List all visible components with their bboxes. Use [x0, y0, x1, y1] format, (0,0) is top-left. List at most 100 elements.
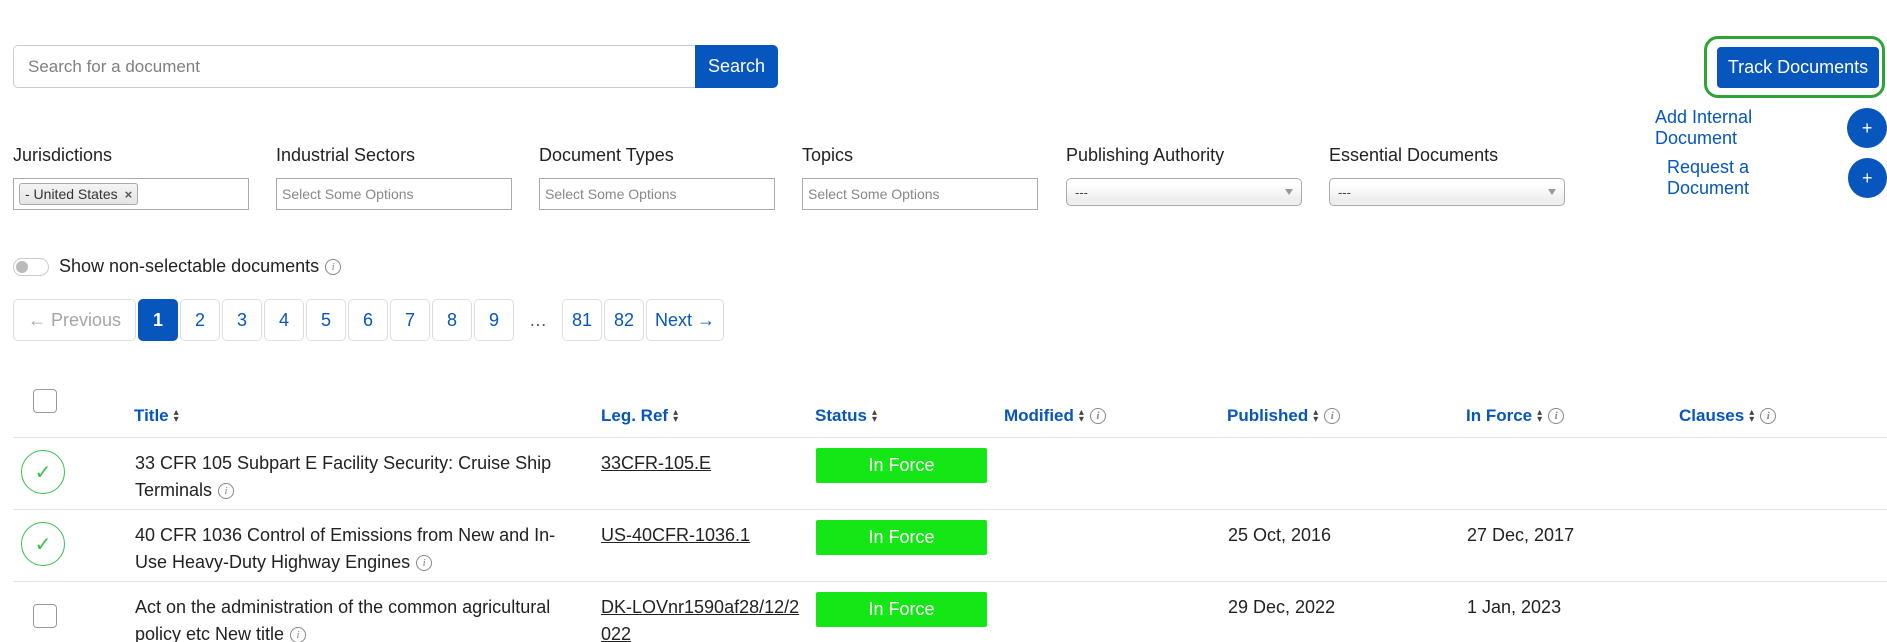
request-document-label[interactable]: Request a Document: [1667, 157, 1834, 199]
document-title-text[interactable]: 33 CFR 105 Subpart E Facility Security: …: [135, 453, 551, 500]
header-label[interactable]: Clauses: [1679, 406, 1744, 426]
non-selectable-toggle[interactable]: [13, 257, 49, 276]
select-value: ---: [1075, 184, 1088, 200]
column-header-clauses[interactable]: Clauses ▴ ▾ i: [1679, 406, 1777, 426]
multiselect-placeholder: Select Some Options: [808, 186, 940, 202]
add-internal-document-label[interactable]: Add Internal Document: [1655, 107, 1838, 149]
selected-chip: - United States ×: [19, 183, 139, 205]
header-label[interactable]: Leg. Ref: [601, 406, 668, 426]
next-page-button[interactable]: Next →: [646, 299, 725, 341]
publishing-authority-select[interactable]: ---: [1066, 178, 1302, 206]
column-header-title[interactable]: Title ▴ ▾: [134, 406, 179, 426]
toggle-label: Show non-selectable documents: [59, 256, 320, 276]
select-value: ---: [1338, 184, 1351, 200]
page-button[interactable]: 9: [474, 299, 515, 341]
select-all-checkbox[interactable]: [33, 389, 57, 413]
chevron-down-icon: [1548, 189, 1556, 195]
pagination: ← Previous 1 2 3 4 5 6 7 8 9 … 81 82 Nex…: [13, 299, 726, 341]
sectors-multiselect[interactable]: Select Some Options: [276, 178, 512, 210]
header-label[interactable]: In Force: [1466, 406, 1532, 426]
filter-label: Document Types: [539, 145, 674, 165]
column-header-published[interactable]: Published ▴ ▾ i: [1227, 406, 1341, 426]
filter-document-types: Document Types Select Some Options: [539, 145, 775, 210]
sort-arrows-icon[interactable]: ▴ ▾: [673, 408, 678, 425]
page-button[interactable]: 82: [604, 299, 645, 341]
sort-arrows-icon[interactable]: ▴ ▾: [1537, 408, 1542, 425]
header-label[interactable]: Published: [1227, 406, 1308, 426]
page-button[interactable]: 6: [348, 299, 389, 341]
published-date: 29 Dec, 2022: [1228, 597, 1336, 617]
topics-multiselect[interactable]: Select Some Options: [802, 178, 1038, 210]
table-row: ✓ 33 CFR 105 Subpart E Facility Security…: [13, 438, 1887, 510]
essential-documents-select[interactable]: ---: [1329, 178, 1565, 206]
search-button[interactable]: Search: [695, 45, 778, 88]
sort-arrows-icon[interactable]: ▴ ▾: [174, 408, 179, 425]
filter-label: Jurisdictions: [13, 145, 113, 165]
page-button[interactable]: 2: [180, 299, 221, 341]
sort-arrows-icon[interactable]: ▴ ▾: [1749, 408, 1754, 425]
track-documents-button[interactable]: Track Documents: [1717, 47, 1879, 88]
plus-icon[interactable]: +: [1847, 158, 1887, 198]
info-icon[interactable]: i: [290, 627, 307, 642]
multiselect-placeholder: Select Some Options: [282, 186, 414, 202]
column-header-leg-ref[interactable]: Leg. Ref ▴ ▾: [601, 406, 678, 426]
plus-icon[interactable]: +: [1847, 108, 1887, 148]
page-button[interactable]: 81: [562, 299, 603, 341]
toggle-knob: [16, 260, 28, 273]
non-selectable-toggle-row: Show non-selectable documents i: [13, 256, 342, 277]
filter-publishing-authority: Publishing Authority ---: [1066, 145, 1302, 206]
info-icon[interactable]: i: [1089, 408, 1106, 424]
document-title-text[interactable]: Act on the administration of the common …: [135, 597, 550, 642]
in-force-date: 27 Dec, 2017: [1467, 525, 1575, 545]
search-input[interactable]: [13, 45, 695, 88]
info-icon[interactable]: i: [1548, 408, 1565, 424]
column-header-status[interactable]: Status ▴ ▾: [815, 406, 877, 426]
documents-table: Title ▴ ▾ Leg. Ref ▴ ▾ Status ▴ ▾ Modified ▴ ▾ i …: [13, 380, 1887, 642]
page-button[interactable]: 3: [222, 299, 263, 341]
request-document-link[interactable]: Request a Document +: [1667, 157, 1887, 199]
in-force-date: 1 Jan, 2023: [1467, 597, 1562, 617]
row-checkbox[interactable]: [33, 604, 57, 628]
page-button[interactable]: 7: [390, 299, 431, 341]
header-label[interactable]: Status: [815, 406, 867, 426]
info-icon[interactable]: i: [218, 483, 235, 500]
jurisdictions-multiselect[interactable]: - United States ×: [13, 178, 249, 210]
add-internal-document-link[interactable]: Add Internal Document +: [1655, 107, 1887, 149]
page-button[interactable]: 8: [432, 299, 473, 341]
sort-arrows-icon[interactable]: ▴ ▾: [872, 408, 877, 425]
table-row: ✓ 40 CFR 1036 Control of Emissions from …: [13, 510, 1887, 582]
previous-page-button[interactable]: ← Previous: [13, 299, 137, 341]
filter-jurisdictions: Jurisdictions - United States ×: [13, 145, 249, 210]
header-label[interactable]: Modified: [1004, 406, 1074, 426]
filter-essential-documents: Essential Documents ---: [1329, 145, 1565, 206]
leg-ref-link[interactable]: DK-LOVnr1590af28/12/2022: [601, 594, 801, 642]
filter-label: Publishing Authority: [1066, 145, 1225, 165]
info-icon[interactable]: i: [325, 258, 342, 275]
chip-label: - United States: [25, 186, 118, 202]
column-header-in-force[interactable]: In Force ▴ ▾ i: [1466, 406, 1565, 426]
chevron-down-icon: [1285, 189, 1293, 195]
info-icon[interactable]: i: [416, 555, 433, 572]
leg-ref-link[interactable]: US-40CFR-1036.1: [601, 522, 811, 549]
sort-arrows-icon[interactable]: ▴ ▾: [1313, 408, 1318, 425]
info-icon[interactable]: i: [1324, 408, 1341, 424]
status-badge: In Force: [816, 448, 987, 483]
sort-arrows-icon[interactable]: ▴ ▾: [1079, 408, 1084, 425]
leg-ref-link[interactable]: 33CFR-105.E: [601, 450, 811, 477]
remove-chip-icon[interactable]: ×: [125, 187, 133, 202]
column-header-modified[interactable]: Modified ▴ ▾ i: [1004, 406, 1106, 426]
document-title-text[interactable]: 40 CFR 1036 Control of Emissions from Ne…: [135, 525, 555, 572]
page-button[interactable]: 4: [264, 299, 305, 341]
document-title[interactable]: 33 CFR 105 Subpart E Facility Security: …: [135, 450, 585, 504]
table-header: Title ▴ ▾ Leg. Ref ▴ ▾ Status ▴ ▾ Modified ▴ ▾ i …: [13, 380, 1887, 438]
selected-check-icon[interactable]: ✓: [21, 522, 65, 566]
header-label[interactable]: Title: [134, 406, 169, 426]
document-title[interactable]: Act on the administration of the common …: [135, 594, 585, 642]
info-icon[interactable]: i: [1760, 408, 1777, 424]
selected-check-icon[interactable]: ✓: [21, 450, 65, 494]
document-title[interactable]: 40 CFR 1036 Control of Emissions from Ne…: [135, 522, 585, 576]
page-button[interactable]: 5: [306, 299, 347, 341]
status-badge: In Force: [816, 520, 987, 555]
document-types-multiselect[interactable]: Select Some Options: [539, 178, 775, 210]
page-button[interactable]: 1: [138, 299, 179, 341]
